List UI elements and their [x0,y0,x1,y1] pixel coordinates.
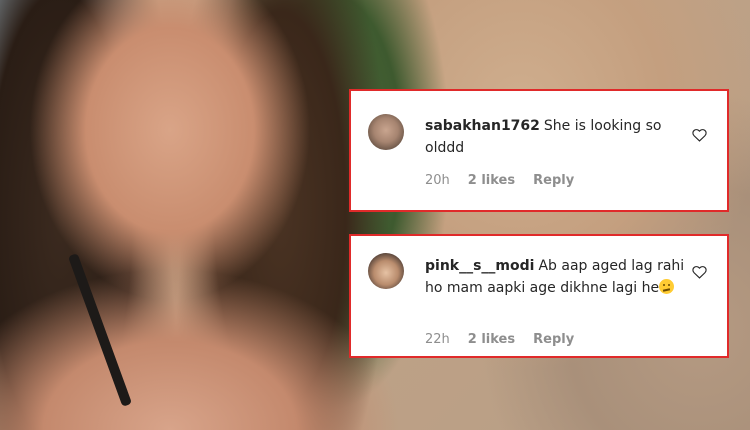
comment-username[interactable]: sabakhan1762 [425,118,540,134]
comment-likes[interactable]: 2 likes [468,332,515,347]
heart-icon[interactable] [692,265,707,279]
comment-meta: 22h 2 likes Reply [425,332,574,347]
comment-likes[interactable]: 2 likes [468,173,515,188]
comment-text-block: sabakhan1762 She is looking so olddd [425,115,685,159]
reply-button[interactable]: Reply [533,332,574,347]
comment-username[interactable]: pink__s__modi [425,258,534,274]
heart-icon[interactable] [692,128,707,142]
comment-time: 22h [425,332,450,347]
reply-button[interactable]: Reply [533,173,574,188]
comment-meta: 20h 2 likes Reply [425,173,574,188]
comment-time: 20h [425,173,450,188]
avatar[interactable] [368,114,404,150]
comment-card-2: pink__s__modi Ab aap aged lag rahi ho mam… [349,234,729,358]
background-photo [0,0,750,430]
swimsuit-strap [67,253,133,407]
comment-text-block: pink__s__modi Ab aap aged lag rahi ho mam… [425,255,685,299]
confused-face-emoji-icon [659,279,675,294]
comment-card-1: sabakhan1762 She is looking so olddd 20h … [349,89,729,212]
avatar[interactable] [368,253,404,289]
